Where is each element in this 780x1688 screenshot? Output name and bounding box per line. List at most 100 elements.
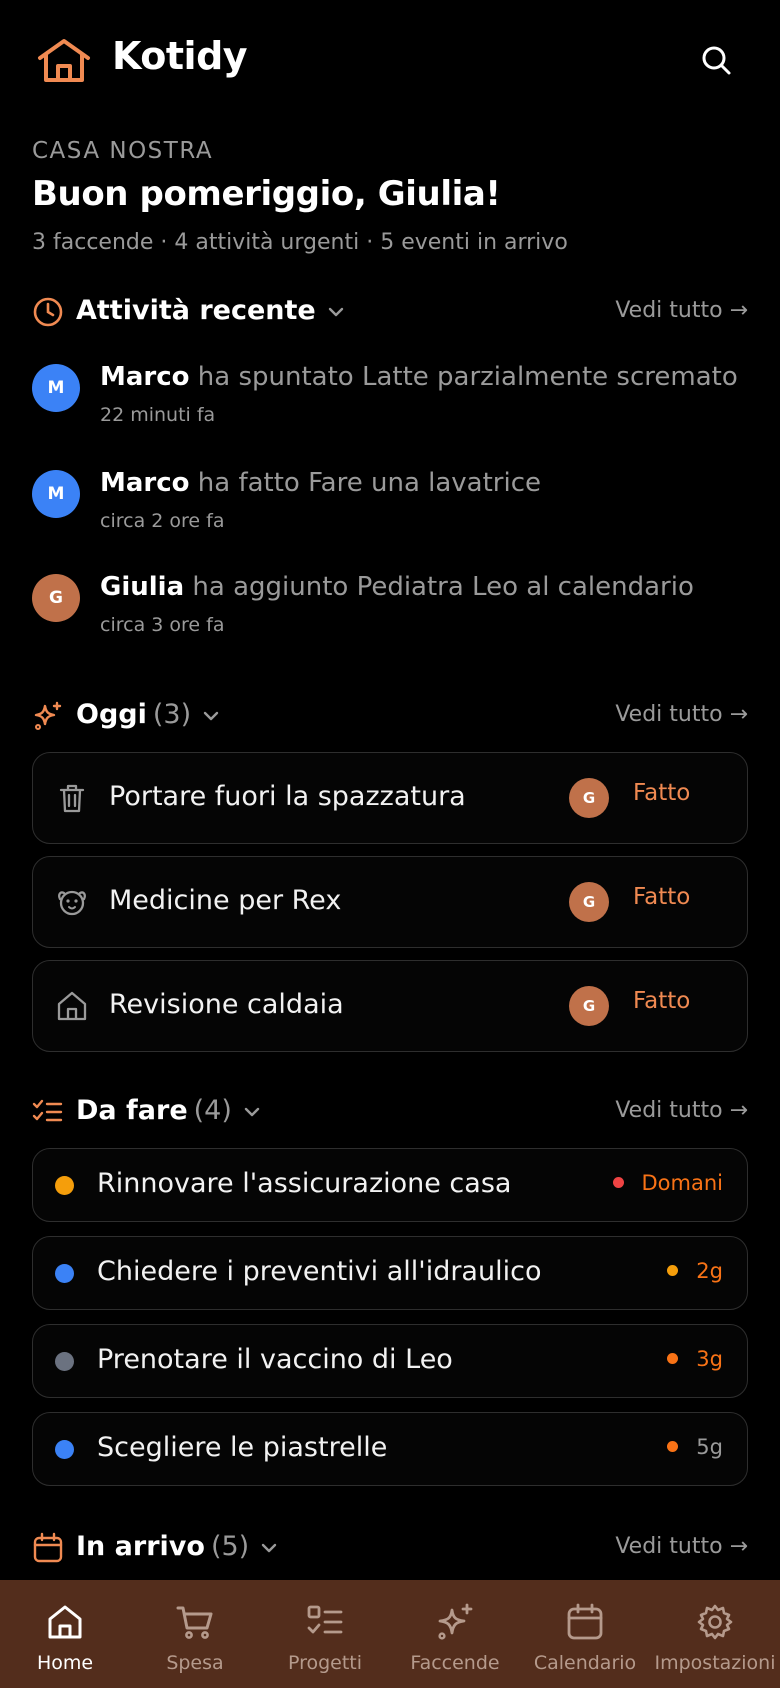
section-count: (3) xyxy=(152,699,192,730)
see-all-upcoming-link[interactable]: Vedi tutto → xyxy=(615,1534,748,1559)
activity-text: Marco ha fatto Fare una lavatrice xyxy=(100,468,541,498)
todo-label: Prenotare il vaccino di Leo xyxy=(97,1344,453,1375)
nav-label: Calendario xyxy=(533,1652,637,1674)
recent-activity-header: Attività recente Vedi tutto → xyxy=(32,292,748,332)
due-text: 2g xyxy=(696,1259,723,1283)
due-dot xyxy=(667,1264,679,1276)
section-count: (5) xyxy=(210,1531,250,1562)
sparkles-icon xyxy=(34,701,62,730)
activity-action: ha aggiunto Pediatra Leo al calendario xyxy=(192,572,694,602)
recent-activity-toggle[interactable]: Attività recente xyxy=(76,295,346,326)
activity-item[interactable]: G Giulia ha aggiunto Pediatra Leo al cal… xyxy=(32,572,748,652)
see-all-todo-link[interactable]: Vedi tutto → xyxy=(615,1098,748,1123)
pet-icon xyxy=(58,890,86,916)
priority-dot xyxy=(55,1176,74,1195)
section-count: (4) xyxy=(193,1095,232,1126)
activity-item[interactable]: M Marco ha fatto Fare una lavatrice circ… xyxy=(32,468,748,548)
chevron-down-icon xyxy=(328,307,343,316)
chevron-down-icon xyxy=(244,1107,260,1116)
todo-card[interactable]: Rinnovare l'assicurazione casa Domani xyxy=(32,1148,748,1222)
household-name: CASA NOSTRA xyxy=(32,138,214,164)
page-title: Buon pomeriggio, Giulia! xyxy=(32,174,501,214)
calendar-icon xyxy=(567,1603,603,1640)
app-root: Kotidy CASA NOSTRA Buon pomeriggio, Giul… xyxy=(0,0,780,1688)
due-text: 5g xyxy=(696,1435,723,1459)
nav-label: Impostazioni xyxy=(654,1652,776,1674)
section-title: Da fare xyxy=(76,1095,188,1126)
clock-icon xyxy=(33,297,63,327)
due-badge: Domani xyxy=(612,1171,723,1195)
today-header: Oggi (3) Vedi tutto → xyxy=(32,696,748,736)
activity-text: Marco ha spuntato Latte parzialmente scr… xyxy=(100,362,738,392)
chevron-down-icon xyxy=(261,1543,277,1552)
todo-label: Scegliere le piastrelle xyxy=(97,1432,388,1463)
mark-done-button[interactable]: Fatto xyxy=(633,988,723,1014)
due-badge: 5g xyxy=(667,1435,723,1459)
house-icon xyxy=(57,991,87,1021)
mark-done-button[interactable]: Fatto xyxy=(633,780,723,806)
activity-time: circa 3 ore fa xyxy=(100,614,225,636)
chore-card[interactable]: Medicine per Rex G Fatto xyxy=(32,856,748,948)
todo-card[interactable]: Scegliere le piastrelle 5g xyxy=(32,1412,748,1486)
upcoming-header: In arrivo (5) Vedi tutto → xyxy=(32,1528,748,1568)
see-all-today-link[interactable]: Vedi tutto → xyxy=(615,702,748,727)
assignee-avatar: G xyxy=(569,986,609,1026)
chore-label: Medicine per Rex xyxy=(109,885,342,916)
top-bar: Kotidy xyxy=(0,0,780,120)
nav-label: Faccende xyxy=(410,1652,500,1674)
app-name: Kotidy xyxy=(112,34,248,78)
nav-item-progetti[interactable]: Progetti xyxy=(260,1580,390,1688)
search-icon[interactable] xyxy=(698,42,734,78)
nav-item-calendario[interactable]: Calendario xyxy=(520,1580,650,1688)
home-icon xyxy=(48,1605,82,1639)
nav-label: Home xyxy=(36,1652,94,1674)
due-badge: 2g xyxy=(667,1259,723,1283)
activity-item[interactable]: M Marco ha spuntato Latte parzialmente s… xyxy=(32,362,748,442)
calendar-icon xyxy=(33,1532,63,1563)
checklist-icon xyxy=(307,1605,343,1634)
todo-label: Rinnovare l'assicurazione casa xyxy=(97,1168,512,1199)
summary-text: 3 faccende · 4 attività urgenti · 5 even… xyxy=(32,230,568,255)
section-title: Attività recente xyxy=(76,295,316,326)
chevron-down-icon xyxy=(203,711,219,720)
trash-icon xyxy=(59,784,85,813)
assignee-avatar: G xyxy=(569,882,609,922)
due-dot xyxy=(667,1440,679,1452)
upcoming-toggle[interactable]: In arrivo (5) xyxy=(76,1531,279,1562)
priority-dot xyxy=(55,1352,74,1371)
today-toggle[interactable]: Oggi (3) xyxy=(76,699,221,730)
due-badge: 3g xyxy=(667,1347,723,1371)
checklist-icon xyxy=(32,1099,63,1122)
activity-action: ha fatto Fare una lavatrice xyxy=(197,468,542,498)
nav-item-impostazioni[interactable]: Impostazioni xyxy=(650,1580,780,1688)
todo-card[interactable]: Prenotare il vaccino di Leo 3g xyxy=(32,1324,748,1398)
see-all-recent-link[interactable]: Vedi tutto → xyxy=(615,298,748,323)
settings-icon xyxy=(697,1604,733,1640)
nav-label: Spesa xyxy=(166,1652,224,1674)
todo-toggle[interactable]: Da fare (4) xyxy=(76,1095,262,1126)
bottom-nav: Home Spesa Progetti Faccende Calendario … xyxy=(0,1580,780,1688)
activity-user: Marco xyxy=(100,362,190,392)
activity-user: Giulia xyxy=(100,572,185,602)
avatar: M xyxy=(32,470,80,518)
cart-icon xyxy=(176,1606,213,1639)
assignee-avatar: G xyxy=(569,778,609,818)
todo-header: Da fare (4) Vedi tutto → xyxy=(32,1092,748,1132)
section-title: Oggi xyxy=(76,699,147,730)
mark-done-button[interactable]: Fatto xyxy=(633,884,723,910)
activity-user: Marco xyxy=(100,468,190,498)
avatar: M xyxy=(32,364,80,412)
nav-item-home[interactable]: Home xyxy=(0,1580,130,1688)
nav-item-faccende[interactable]: Faccende xyxy=(390,1580,520,1688)
due-dot xyxy=(612,1176,624,1188)
nav-item-spesa[interactable]: Spesa xyxy=(130,1580,260,1688)
chore-label: Revisione caldaia xyxy=(109,989,344,1020)
house-logo-icon xyxy=(38,39,90,82)
nav-label: Progetti xyxy=(287,1652,363,1674)
chore-label: Portare fuori la spazzatura xyxy=(109,781,466,812)
todo-card[interactable]: Chiedere i preventivi all'idraulico 2g xyxy=(32,1236,748,1310)
chore-card[interactable]: Portare fuori la spazzatura G Fatto xyxy=(32,752,748,844)
chore-card[interactable]: Revisione caldaia G Fatto xyxy=(32,960,748,1052)
due-dot xyxy=(667,1352,679,1364)
priority-dot xyxy=(55,1440,74,1459)
